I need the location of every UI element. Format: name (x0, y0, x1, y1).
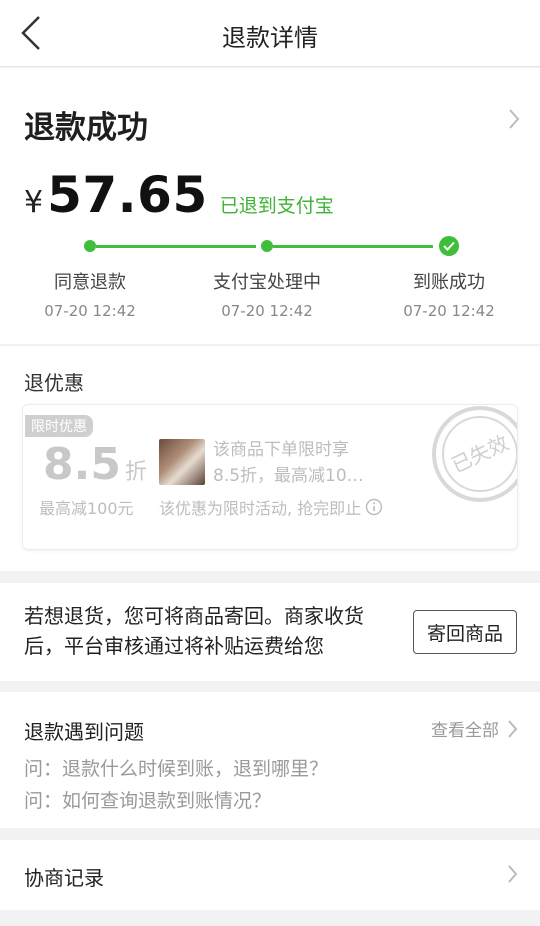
refund-status-card[interactable]: 退款成功 ¥ 57.65 已退到支付宝 同意退款 支付宝处理中 到账成功 07-… (0, 68, 540, 344)
faq-question-2[interactable]: 问：如何查询退款到账情况？ (24, 786, 271, 813)
progress-line-1 (96, 245, 256, 248)
discount-value: 8.5 折 (43, 439, 147, 490)
view-all-label: 查看全部 (431, 721, 499, 741)
return-info-line-1: 若想退货，您可将商品寄回。商家收货 (24, 604, 364, 628)
progress-line-2 (273, 245, 433, 248)
step-time-1: 07-20 12:42 (44, 302, 136, 320)
refund-amount-row: ¥ 57.65 已退到支付宝 (24, 166, 334, 224)
page-title: 退款详情 (222, 24, 318, 52)
negotiation-record-title: 协商记录 (24, 866, 104, 890)
coupon-heading: 退优惠 (24, 371, 84, 395)
discount-unit: 折 (124, 460, 147, 485)
view-all-link[interactable]: 查看全部 (431, 716, 518, 741)
nav-bar: 退款详情 (0, 0, 540, 67)
coupon-desc-line-1: 该商品下单限时享 (213, 440, 349, 460)
info-icon[interactable] (365, 498, 383, 516)
chevron-right-icon (508, 719, 518, 738)
step-label-2: 支付宝处理中 (213, 272, 321, 293)
return-goods-card: 若想退货，您可将商品寄回。商家收货 后，平台审核通过将补贴运费给您 寄回商品 (0, 583, 540, 681)
return-info-text: 若想退货，您可将商品寄回。商家收货 后，平台审核通过将补贴运费给您 (24, 601, 404, 661)
step-label-3: 到账成功 (413, 272, 485, 293)
product-thumbnail (159, 439, 205, 485)
expired-stamp-text: 已失效 (448, 430, 513, 477)
currency-symbol: ¥ (24, 185, 44, 220)
faq-title: 退款遇到问题 (24, 720, 144, 744)
coupon-note-text: 该优惠为限时活动, 抢完即止 (159, 499, 362, 518)
step-dot-1 (84, 240, 96, 252)
refund-destination: 已退到支付宝 (219, 195, 334, 217)
step-time-2: 07-20 12:42 (221, 302, 313, 320)
refund-status-title: 退款成功 (24, 110, 148, 146)
refund-amount: 57.65 (47, 166, 208, 224)
step-time-3: 07-20 12:42 (403, 302, 495, 320)
coupon-desc-line-2: 8.5折，最高减10… (213, 466, 364, 486)
refund-progress: 同意退款 支付宝处理中 到账成功 07-20 12:42 07-20 12:42… (0, 232, 540, 332)
coupon-refund-card: 退优惠 限时优惠 8.5 折 最高减100元 该商品下单限时享 8.5折，最高减1… (0, 345, 540, 571)
limited-time-tag: 限时优惠 (25, 415, 93, 437)
chevron-right-icon (507, 864, 518, 888)
coupon-description: 该商品下单限时享 8.5折，最高减10… (213, 437, 383, 489)
discount-number: 8.5 (43, 439, 121, 490)
faq-question-1[interactable]: 问：退款什么时候到账，退到哪里？ (24, 754, 328, 781)
return-goods-button[interactable]: 寄回商品 (413, 610, 517, 654)
refund-faq-card: 退款遇到问题 查看全部 问：退款什么时候到账，退到哪里？ 问：如何查询退款到账情… (0, 692, 540, 828)
coupon-box: 限时优惠 8.5 折 最高减100元 该商品下单限时享 8.5折，最高减10… 该… (22, 404, 518, 550)
negotiation-record-row[interactable]: 协商记录 (0, 840, 540, 910)
return-info-line-2: 后，平台审核通过将补贴运费给您 (24, 634, 324, 658)
chevron-right-icon[interactable] (508, 108, 520, 134)
coupon-note: 该优惠为限时活动, 抢完即止 (159, 495, 383, 519)
expired-stamp-icon: 已失效 (425, 405, 517, 513)
step-dot-2 (261, 240, 273, 252)
check-icon (439, 236, 459, 256)
step-label-1: 同意退款 (54, 272, 126, 293)
discount-max: 最高减100元 (39, 499, 134, 518)
